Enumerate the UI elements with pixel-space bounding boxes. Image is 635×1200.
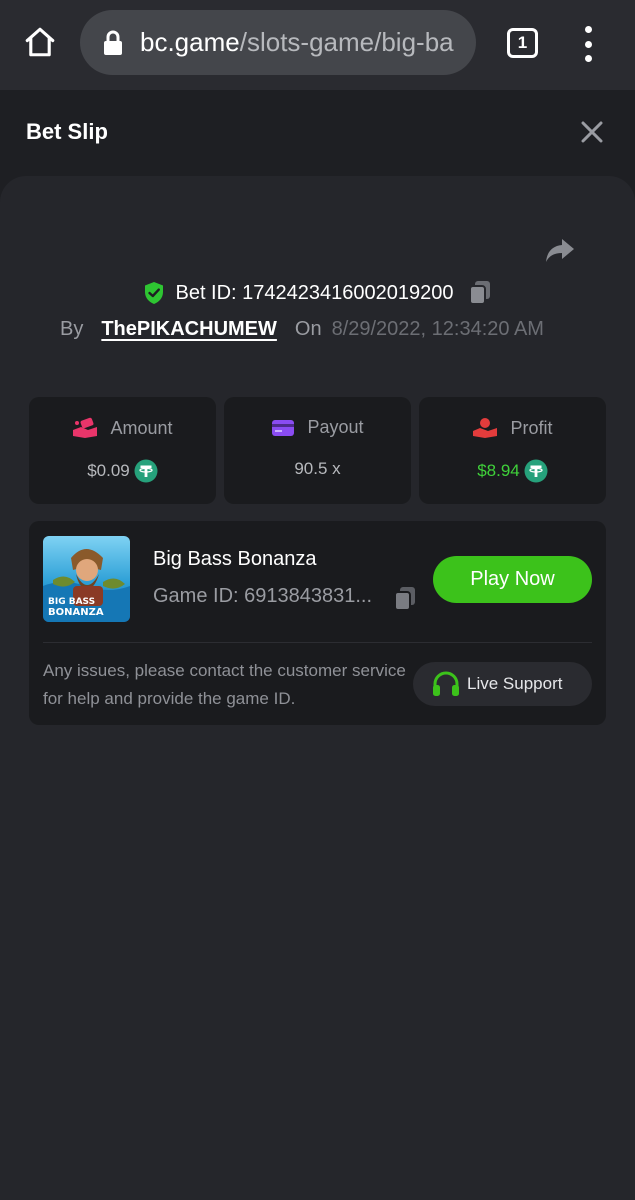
address-bar[interactable]: bc.game/slots-game/big-ba <box>80 10 476 75</box>
stat-label: Amount <box>110 417 173 438</box>
play-now-button[interactable]: Play Now <box>433 556 592 603</box>
share-icon[interactable] <box>544 236 576 264</box>
on-label: On <box>294 318 322 340</box>
card-icon <box>272 419 295 436</box>
divider <box>43 642 592 643</box>
payout-stat: Payout 90.5 x <box>224 397 411 504</box>
bet-id: Bet ID: 1742423416002019200 <box>175 281 454 304</box>
by-label: By <box>60 318 84 340</box>
support-message: Any issues, please contact the customer … <box>43 661 406 708</box>
url-path: /slots-game/big-ba <box>239 27 454 57</box>
page-title: Bet Slip <box>26 119 108 144</box>
bet-date: 8/29/2022, 12:34:20 AM <box>331 318 544 340</box>
usdt-icon <box>524 459 548 483</box>
profit-hand-icon <box>473 418 498 438</box>
lock-icon <box>104 30 122 55</box>
close-icon[interactable] <box>578 118 606 146</box>
browser-toolbar: bc.game/slots-game/big-ba 1 <box>0 0 635 90</box>
bet-slip-header: Bet Slip <box>0 90 635 178</box>
copy-icon[interactable] <box>468 280 492 306</box>
copy-icon[interactable] <box>393 586 417 612</box>
username-link[interactable]: ThePIKACHUMEW <box>101 318 277 341</box>
home-icon[interactable] <box>20 22 60 62</box>
bet-meta-row: By ThePIKACHUMEW On 8/29/2022, 12:34:20 … <box>60 318 544 341</box>
profit-value: $8.94 <box>477 461 520 480</box>
url-domain: bc.game <box>140 27 240 57</box>
stat-label: Profit <box>510 417 553 438</box>
usdt-icon <box>134 459 158 483</box>
tab-switcher-button[interactable]: 1 <box>507 28 538 58</box>
kebab-menu-icon[interactable] <box>578 26 598 62</box>
amount-value: $0.09 <box>87 461 130 480</box>
tab-count: 1 <box>517 33 528 52</box>
thumb-title-1: BIG BASS <box>48 597 95 607</box>
profit-stat: Profit $8.94 <box>419 397 606 504</box>
headset-icon <box>433 671 459 696</box>
live-support-button[interactable]: Live Support <box>413 662 592 706</box>
payout-value: 90.5 x <box>294 459 341 478</box>
verified-shield-icon <box>145 282 164 304</box>
game-name: Big Bass Bonanza <box>153 548 317 570</box>
amount-stat: Amount $0.09 <box>29 397 216 504</box>
live-support-label: Live Support <box>467 674 563 693</box>
thumb-title-2: BONANZA <box>48 607 104 618</box>
stat-label: Payout <box>307 417 364 437</box>
game-id: Game ID: 6913843831... <box>153 585 373 607</box>
game-thumbnail[interactable]: BIG BASS BONANZA <box>43 536 130 622</box>
money-hand-icon <box>73 417 98 438</box>
url-text: bc.game/slots-game/big-ba <box>140 27 454 58</box>
bet-id-row: Bet ID: 1742423416002019200 <box>0 280 635 306</box>
